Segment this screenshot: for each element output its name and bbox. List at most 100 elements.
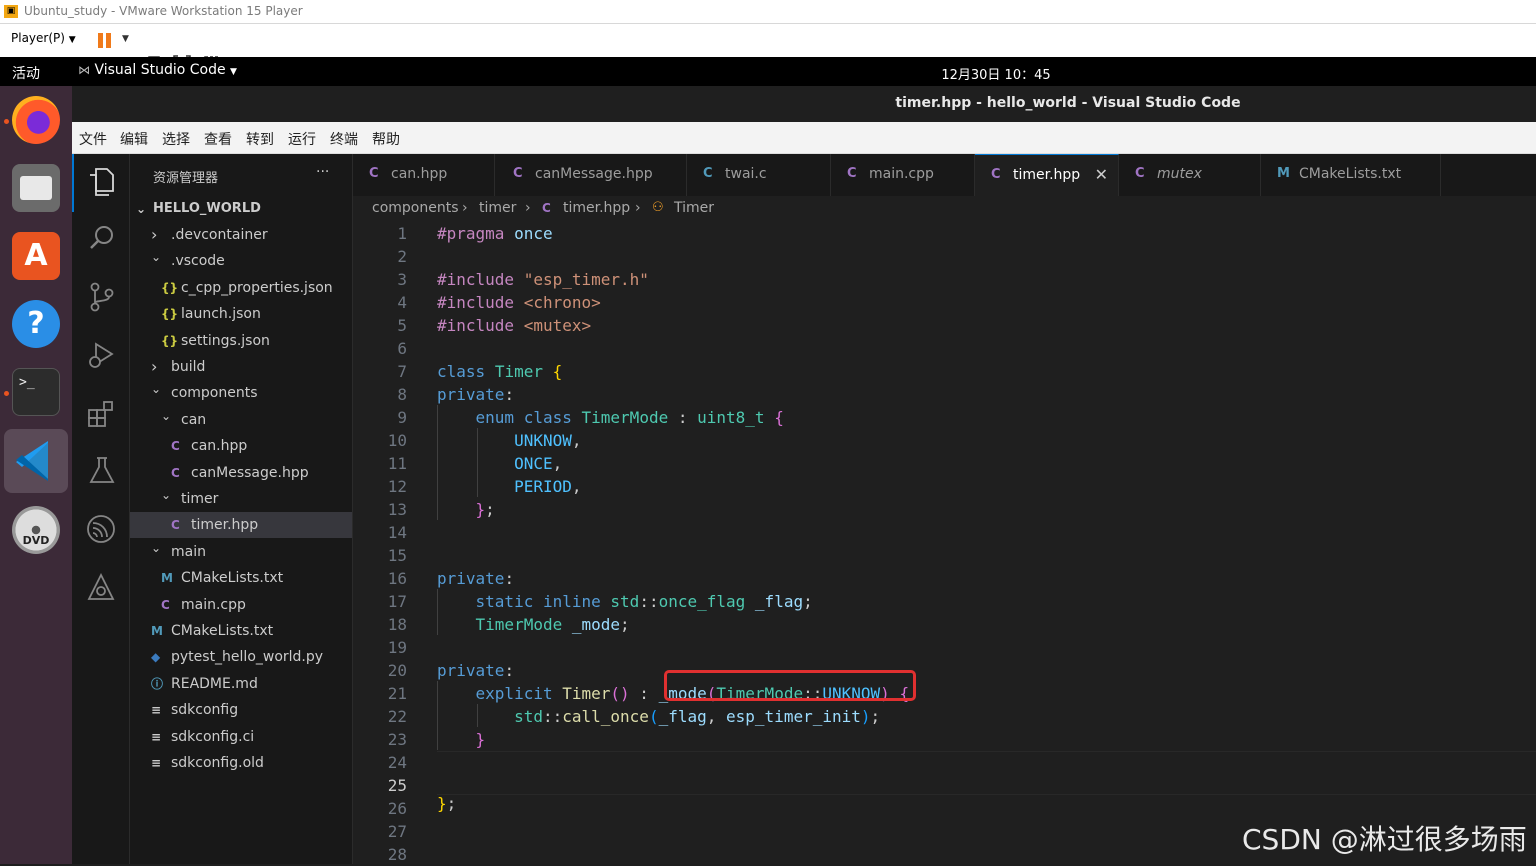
extensions-icon[interactable] [87, 398, 117, 428]
file-item[interactable]: Ctimer.hpp [130, 512, 352, 539]
file-item[interactable]: Ccan.hpp [130, 433, 352, 459]
code-line: enum class TimerMode : uint8_t { [475, 408, 784, 427]
ubuntu-top-bar: 活动 ⋈ Visual Studio Code ▼ 12月30日 10：45 [0, 57, 1536, 86]
software-center-icon[interactable]: A [12, 232, 60, 280]
breadcrumb-timer[interactable]: timer [479, 200, 516, 216]
tab-canmessage-hpp[interactable]: CcanMessage.hpp [497, 154, 687, 196]
menu-terminal[interactable]: 终端 [330, 129, 358, 149]
code-line: #pragma once [437, 224, 553, 243]
run-debug-icon[interactable] [86, 340, 116, 370]
explorer-icon[interactable] [87, 167, 115, 197]
help-icon[interactable]: ? [12, 300, 60, 348]
breadcrumb-symbol[interactable]: Timer [674, 200, 714, 216]
file-item[interactable]: {} launch.json [130, 301, 352, 327]
file-item[interactable]: {} c_cpp_properties.json [130, 275, 352, 301]
code-line: private: [437, 385, 515, 404]
project-header[interactable]: ⌄ HELLO_WORLD [130, 196, 352, 222]
folder-item[interactable]: ⌄ main [130, 539, 352, 565]
pause-dropdown-icon[interactable]: ▼ [122, 34, 129, 44]
chevron-down-icon: ⌄ [161, 488, 172, 502]
ubuntu-dock: A ? >_ DVD [0, 86, 72, 864]
folder-item[interactable]: ⌄ timer [130, 486, 352, 512]
line-number: 8 [397, 385, 407, 404]
code-line: private: [437, 569, 515, 588]
line-number: 7 [397, 362, 407, 381]
chevron-down-icon: ⌄ [136, 202, 147, 216]
espressif-icon[interactable] [86, 514, 116, 544]
menu-view[interactable]: 查看 [204, 129, 232, 149]
vm-toolbar: Player(P) ▼ ▼ [0, 24, 1536, 73]
file-item[interactable]: ≡ sdkconfig [130, 697, 352, 723]
code-line: ONCE, [514, 454, 563, 473]
vscode-icon[interactable] [4, 429, 68, 493]
text-file-icon: ≡ [151, 756, 162, 770]
code-line: #include <mutex> [437, 316, 592, 335]
window-title: timer.hpp - hello_world - Visual Studio … [895, 95, 1241, 111]
folder-item[interactable]: › build [130, 354, 352, 380]
tab-can-hpp[interactable]: Ccan.hpp [353, 154, 495, 196]
line-number: 15 [387, 546, 407, 565]
line-number: 19 [387, 638, 407, 657]
cpp-file-icon: C [161, 597, 170, 612]
idf-explorer-icon[interactable] [86, 572, 116, 602]
code-line: private: [437, 661, 515, 680]
file-item[interactable]: ≡ sdkconfig.ci [130, 724, 352, 750]
file-item[interactable]: {} settings.json [130, 328, 352, 354]
tab-timer-hpp[interactable]: Ctimer.hpp ✕ [975, 154, 1119, 196]
tab-mutex[interactable]: Cmutex [1119, 154, 1261, 196]
source-control-icon[interactable] [88, 282, 116, 312]
terminal-icon[interactable]: >_ [12, 368, 60, 416]
cpp-file-icon: C [513, 166, 523, 181]
cmake-file-icon: M [1277, 166, 1290, 181]
file-item[interactable]: ◆ pytest_hello_world.py [130, 644, 352, 670]
search-icon[interactable] [88, 224, 116, 252]
folder-item[interactable]: ⌄ can [130, 407, 352, 433]
folder-item[interactable]: ⌄ .vscode [130, 248, 352, 274]
breadcrumb-file[interactable]: timer.hpp [563, 200, 630, 216]
firefox-icon[interactable] [12, 96, 60, 144]
cpp-file-icon: C [171, 439, 180, 454]
testing-icon[interactable] [88, 456, 116, 486]
menu-go[interactable]: 转到 [246, 129, 274, 149]
menu-run[interactable]: 运行 [288, 129, 316, 149]
clock[interactable]: 12月30日 10：45 [0, 64, 1536, 83]
tree-item-label: .devcontainer [171, 227, 268, 243]
highlight-annotation-box [664, 670, 916, 701]
line-number: 18 [387, 615, 407, 634]
file-item[interactable]: Cmain.cpp [130, 592, 352, 618]
code-editor[interactable]: 1 2 3 4 5 6 7 8 9 10 11 12 13 14 15 16 17 18 19 20 21 22 23 24 2… [353, 222, 1536, 864]
tree-item-label: can.hpp [191, 438, 248, 455]
menu-selection[interactable]: 选择 [162, 129, 190, 149]
folder-item[interactable]: › .devcontainer [130, 222, 352, 248]
file-item[interactable]: M CMakeLists.txt [130, 618, 352, 644]
cpp-file-icon: C [171, 465, 180, 480]
breadcrumb-components[interactable]: components [372, 200, 459, 216]
menu-file[interactable]: 文件 [79, 129, 107, 149]
close-tab-icon[interactable]: ✕ [1095, 165, 1108, 184]
code-line: }; [437, 794, 457, 813]
cpp-file-icon: C [542, 201, 551, 215]
line-number: 22 [387, 707, 407, 726]
tab-label: CMakeLists.txt [1299, 166, 1402, 182]
menu-edit[interactable]: 编辑 [120, 129, 148, 149]
line-number: 25 [387, 776, 407, 795]
menu-help[interactable]: 帮助 [372, 129, 400, 149]
tab-main-cpp[interactable]: Cmain.cpp [831, 154, 975, 196]
line-number: 28 [387, 845, 407, 864]
more-actions-icon[interactable]: ··· [316, 164, 329, 180]
breadcrumb: components › timer › C timer.hpp › ⚇ Tim… [353, 196, 1536, 222]
file-item[interactable]: M CMakeLists.txt [130, 565, 352, 591]
cpp-file-icon: C [991, 167, 1001, 182]
tab-cmakelists[interactable]: M CMakeLists.txt [1261, 154, 1441, 196]
file-item[interactable]: ⓘ README.md [130, 671, 352, 697]
active-indicator [72, 154, 74, 212]
line-number: 9 [397, 408, 407, 427]
files-icon[interactable] [12, 164, 60, 212]
file-item[interactable]: ≡ sdkconfig.old [130, 750, 352, 776]
python-file-icon: ◆ [151, 650, 161, 665]
line-number: 20 [387, 661, 407, 680]
tab-twai-c[interactable]: Ctwai.c [687, 154, 831, 196]
pause-icon[interactable] [98, 33, 112, 48]
player-menu-button[interactable]: Player(P) ▼ [11, 31, 76, 45]
dvd-icon[interactable]: DVD [12, 506, 60, 554]
